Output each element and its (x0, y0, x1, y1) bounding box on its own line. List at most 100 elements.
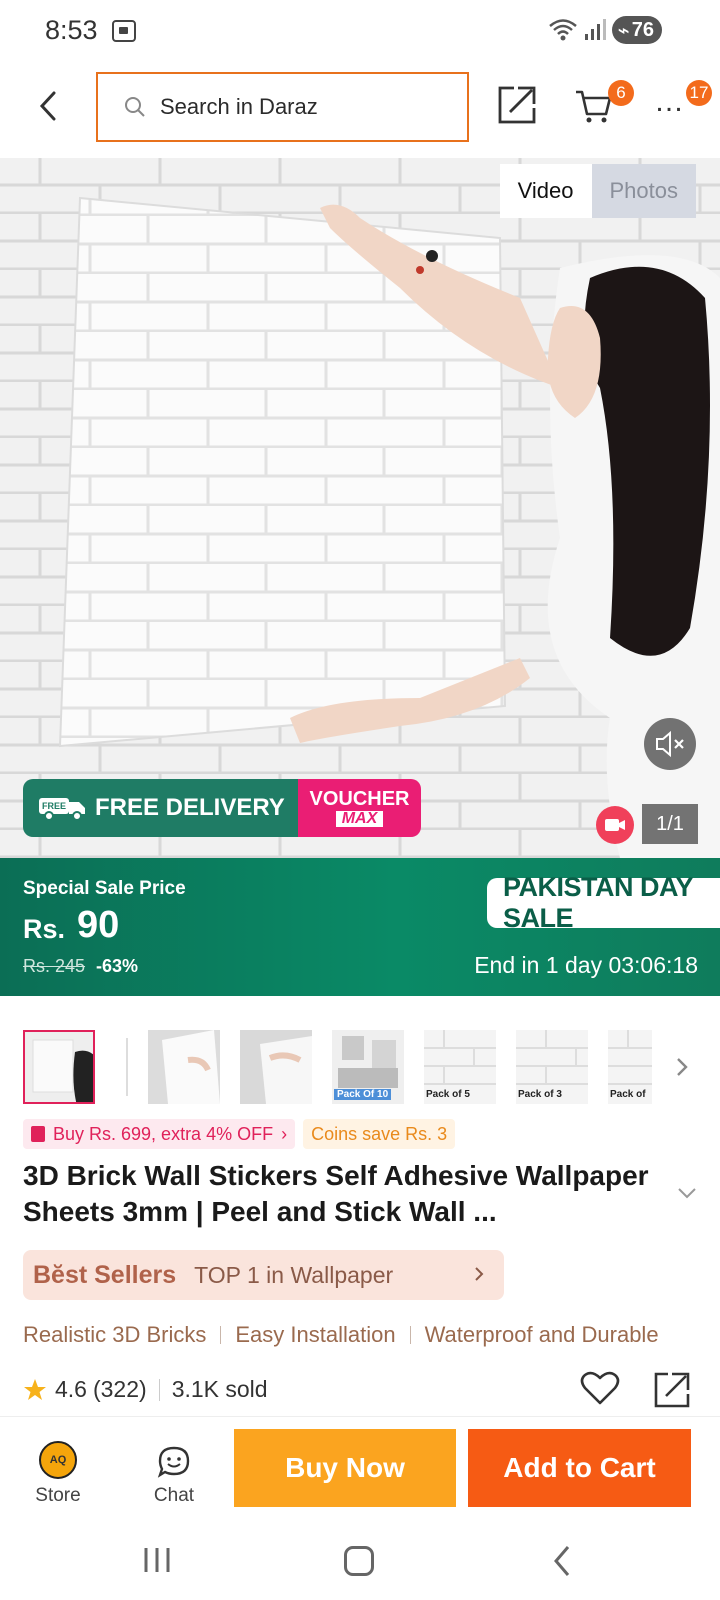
sale-countdown: End in 1 day 03:06:18 (474, 952, 698, 978)
back-icon[interactable] (552, 1544, 572, 1578)
screen-cast-icon (112, 20, 136, 42)
thumbnail-3[interactable] (240, 1030, 312, 1104)
price-currency: Rs. (23, 914, 66, 944)
store-logo: AQ (39, 1441, 77, 1479)
bundle-discount-label: Buy Rs. 699, extra 4% OFF (53, 1123, 274, 1144)
back-button[interactable] (30, 86, 66, 126)
promo-banner: FREE FREE DELIVERY VOUCHER MAX (23, 779, 421, 837)
rating-value: 4.6 (55, 1376, 87, 1402)
top-nav: Search in Daraz 6 … 17 (0, 70, 720, 144)
product-photo (0, 158, 720, 858)
message-count-badge: 17 (686, 80, 712, 106)
store-label: Store (35, 1485, 81, 1506)
voucher-max-label: MAX (335, 811, 384, 827)
chat-icon (157, 1446, 190, 1478)
feature-divider (220, 1326, 222, 1344)
heart-icon[interactable] (580, 1370, 620, 1406)
thumbnail-5[interactable]: Pack of 5 (424, 1030, 496, 1104)
feature-tags: Realistic 3D Bricks Easy Installation Wa… (23, 1318, 720, 1352)
recent-apps-icon[interactable] (142, 1546, 172, 1574)
coins-chip[interactable]: Coins save Rs. 3 (303, 1119, 456, 1149)
best-sellers-bar[interactable]: Bĕst Sellers TOP 1 in Wallpaper (23, 1250, 504, 1300)
thumbnail-image (25, 1032, 93, 1102)
more-options-icon[interactable]: … (654, 87, 690, 122)
tab-photos[interactable]: Photos (591, 164, 696, 218)
camera-glyph-icon (605, 819, 625, 831)
status-indicators: ⌁ 76 (548, 16, 662, 44)
chevron-left-icon (39, 91, 56, 121)
thumbnail-4[interactable]: Pack Of 10 (332, 1030, 404, 1104)
chat-label: Chat (153, 1485, 195, 1506)
status-bar: 8:53 ⌁ 76 (0, 0, 720, 64)
search-input[interactable]: Search in Daraz (96, 72, 469, 142)
free-tag-text: FREE (42, 801, 66, 811)
sale-price-band: Special Sale Price Rs. 90 Rs. 245 -63% P… (0, 858, 720, 996)
chevron-right-icon[interactable] (670, 1052, 694, 1082)
thumbnail-image (240, 1030, 312, 1104)
thumbnail-2[interactable] (148, 1030, 220, 1104)
mute-button[interactable] (644, 718, 696, 770)
system-navigation-bar (0, 1526, 720, 1600)
search-placeholder: Search in Daraz (160, 94, 318, 119)
sale-price: 90 (77, 904, 120, 946)
battery-indicator: ⌁ 76 (611, 16, 662, 44)
discount-percent: -63% (96, 956, 139, 976)
chat-button[interactable]: Chat (142, 1445, 206, 1515)
bundle-tag-icon (31, 1126, 45, 1142)
chevron-right-icon: › (281, 1123, 288, 1144)
thumbnail-caption: Pack of (610, 1089, 646, 1100)
speaker-muted-icon (656, 730, 684, 758)
store-button[interactable]: AQ Store (26, 1441, 90, 1511)
battery-charging-icon: ⌁ (617, 19, 630, 42)
status-time: 8:53 (45, 15, 98, 45)
chevron-down-icon[interactable] (676, 1186, 698, 1200)
video-camera-icon[interactable] (596, 806, 634, 844)
media-page-counter: 1/1 (642, 804, 698, 844)
home-icon[interactable] (344, 1546, 374, 1576)
feature-tag: Waterproof and Durable (424, 1322, 659, 1347)
sale-event-tag: PAKISTAN DAY SALE (487, 872, 720, 933)
sold-count: 3.1K sold (171, 1376, 268, 1402)
tab-video[interactable]: Video (499, 164, 592, 218)
thumbnail-caption: Pack of 3 (518, 1089, 562, 1100)
signal-icon (584, 19, 606, 40)
voucher-label: VOUCHER (309, 788, 410, 810)
thumbnail-7[interactable]: Pack of (608, 1030, 652, 1104)
add-to-cart-button[interactable]: Add to Cart (468, 1429, 691, 1507)
buy-now-button[interactable]: Buy Now (234, 1429, 456, 1507)
thumbnail-strip: Pack Of 10 Pack of 5 Pack of 3 Pack of (0, 1030, 720, 1106)
thumbnail-6[interactable]: Pack of 3 (516, 1030, 588, 1104)
share-icon[interactable] (496, 84, 538, 126)
product-title: 3D Brick Wall Stickers Self Adhesive Wal… (23, 1160, 649, 1227)
media-tabs: Video Photos (499, 164, 696, 218)
rating-row[interactable]: 4.6 (322) 3.1K sold (23, 1376, 268, 1403)
search-icon (125, 97, 145, 117)
bundle-discount-chip[interactable]: Buy Rs. 699, extra 4% OFF › (23, 1119, 296, 1149)
feature-tag: Easy Installation (235, 1322, 396, 1347)
voucher-max-badge: VOUCHER MAX (298, 779, 421, 837)
original-price: Rs. 245 (23, 956, 86, 976)
feature-tag: Realistic 3D Bricks (23, 1322, 207, 1347)
best-sellers-label: Bĕst Sellers (33, 1260, 177, 1289)
thumbnail-caption: Pack Of 10 (334, 1089, 392, 1100)
cart-count-badge: 6 (608, 80, 634, 106)
thumbnail-divider (126, 1038, 128, 1096)
review-count: (322) (92, 1376, 147, 1402)
delivery-truck-icon: FREE (39, 798, 85, 821)
wifi-icon (548, 19, 577, 41)
free-delivery-label: FREE DELIVERY (95, 794, 285, 821)
thumbnail-image (148, 1030, 220, 1104)
chevron-right-icon (475, 1267, 484, 1281)
thumbnail-caption: Pack of 5 (426, 1089, 470, 1100)
best-sellers-rank: TOP 1 in Wallpaper (194, 1261, 394, 1288)
star-icon (24, 1378, 46, 1400)
free-delivery-badge: FREE FREE DELIVERY (23, 779, 298, 837)
promo-chips: Buy Rs. 699, extra 4% OFF › Coins save R… (23, 1119, 456, 1149)
thumbnail-1[interactable] (23, 1030, 95, 1104)
bottom-action-bar: AQ Store Chat Buy Now Add to Cart (0, 1416, 720, 1526)
feature-divider (409, 1326, 411, 1344)
battery-level: 76 (631, 18, 654, 41)
sale-label: Special Sale Price (23, 878, 186, 899)
share-icon[interactable] (652, 1370, 692, 1410)
product-media[interactable]: Video Photos FREE FREE DELIVERY VOUCHER … (0, 158, 720, 858)
